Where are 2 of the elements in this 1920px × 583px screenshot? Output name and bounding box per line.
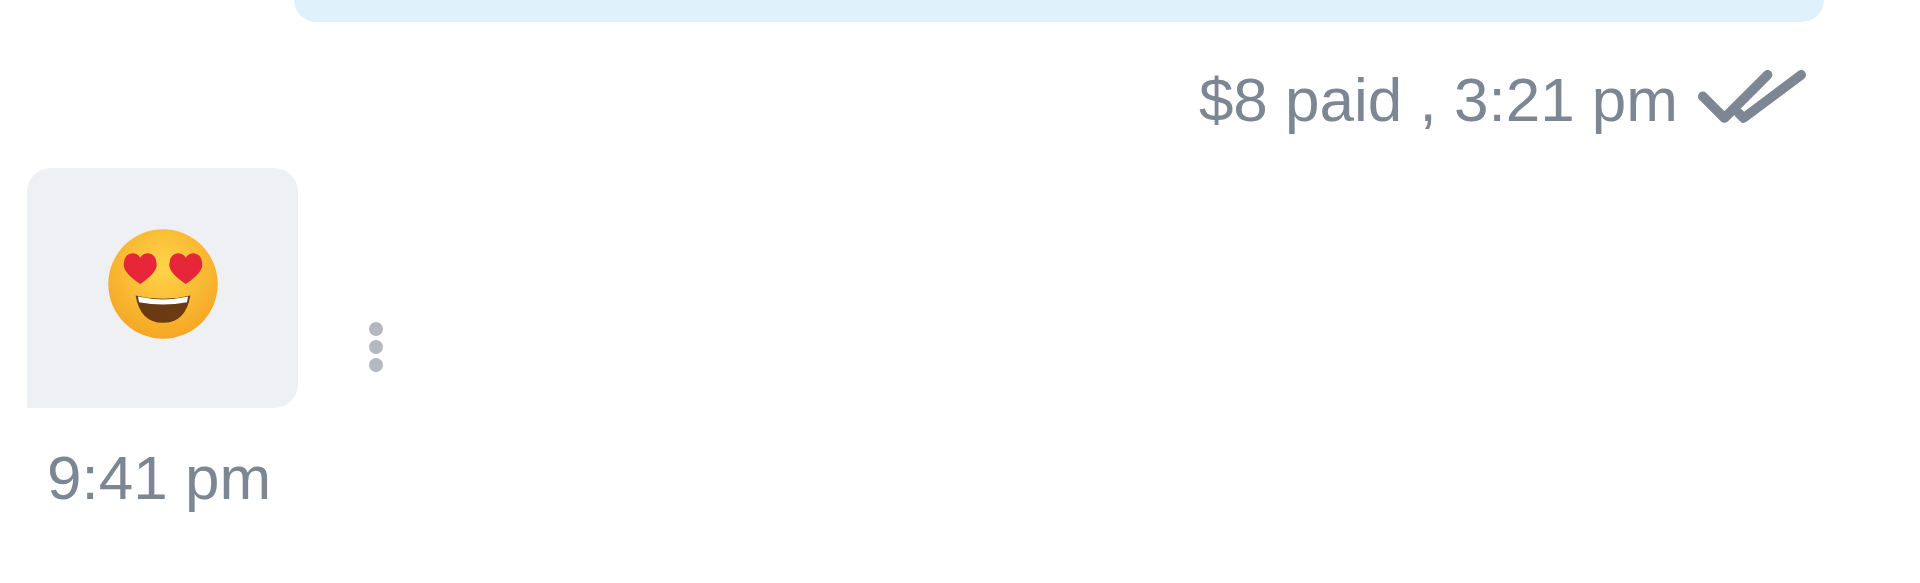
more-options-icon[interactable] xyxy=(368,320,384,374)
heart-eyes-icon xyxy=(105,227,220,341)
